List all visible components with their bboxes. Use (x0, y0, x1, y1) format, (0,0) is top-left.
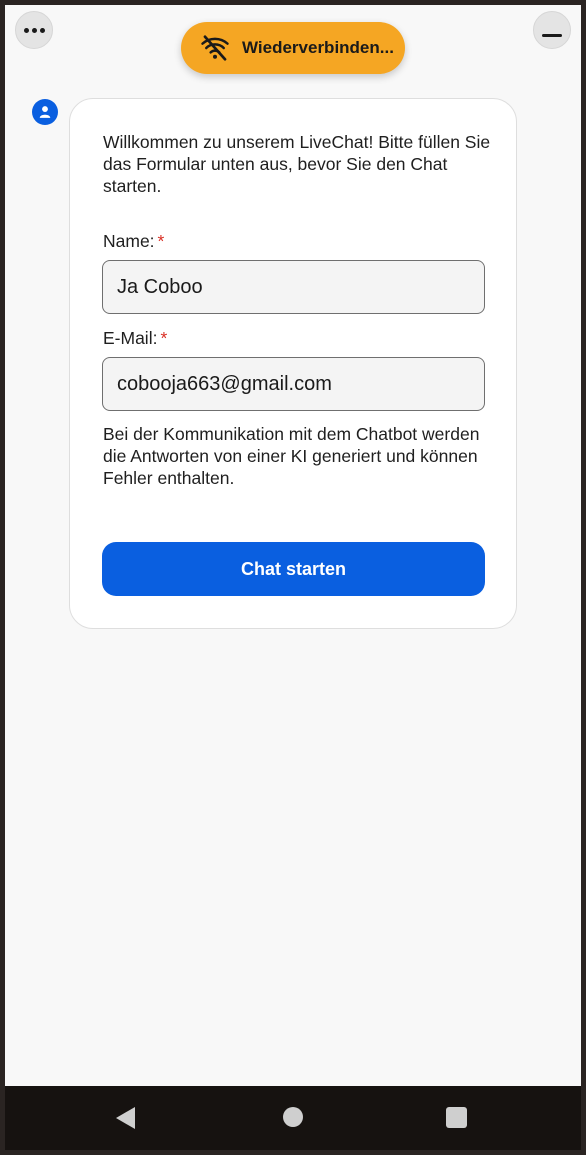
name-input[interactable] (102, 260, 485, 314)
dot (23, 27, 29, 33)
email-label-text: E-Mail: (103, 328, 158, 348)
wifi-off-icon (201, 35, 229, 61)
name-label-text: Name: (103, 231, 155, 251)
required-marker: * (160, 328, 168, 348)
back-triangle-icon[interactable] (115, 1106, 137, 1130)
email-label: E-Mail: * (103, 328, 167, 349)
prechat-form-card: Willkommen zu unserem LiveChat! Bitte fü… (69, 98, 517, 629)
start-chat-button[interactable]: Chat starten (102, 542, 485, 596)
dot (39, 27, 45, 33)
name-label: Name: * (103, 231, 164, 252)
email-input[interactable] (102, 357, 485, 411)
welcome-message: Willkommen zu unserem LiveChat! Bitte fü… (103, 132, 491, 196)
minimize-button[interactable] (533, 11, 571, 49)
required-marker: * (157, 231, 165, 251)
recent-square-icon[interactable] (446, 1107, 467, 1128)
user-icon (39, 106, 51, 118)
home-circle-icon[interactable] (283, 1107, 303, 1127)
more-options-button[interactable] (15, 11, 53, 49)
chat-screen: Wiederverbinden... Willkommen zu unserem… (5, 5, 581, 1086)
bot-avatar (32, 99, 58, 125)
android-nav-bar (5, 1086, 581, 1150)
reconnecting-label: Wiederverbinden... (242, 38, 394, 57)
dot (31, 27, 37, 33)
minimize-icon (542, 33, 562, 37)
ai-disclaimer: Bei der Kommunikation mit dem Chatbot we… (103, 424, 480, 488)
reconnecting-status-pill: Wiederverbinden... (181, 22, 405, 74)
